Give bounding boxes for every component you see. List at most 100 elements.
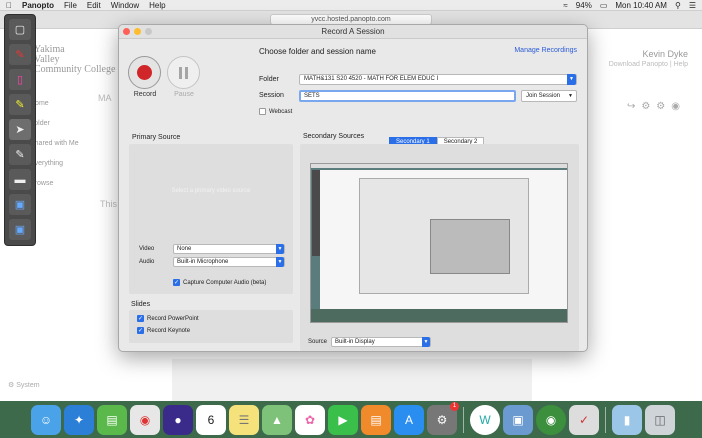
- menubar:  Panopto File Edit Window Help ≈ 94% ▭ …: [0, 0, 702, 11]
- safari-icon[interactable]: ✦: [64, 404, 94, 435]
- display-icon[interactable]: ▣: [9, 219, 31, 240]
- download-link[interactable]: Download Panopto: [609, 61, 668, 68]
- page-action-icons[interactable]: ↪⚙⚙◉: [627, 101, 686, 112]
- audio-select[interactable]: Built-in Microphone ▼: [173, 257, 285, 267]
- primary-source-panel: Select a primary video source Video None…: [129, 144, 293, 294]
- record-keynote-checkbox[interactable]: ✓: [137, 327, 144, 334]
- folder-ma: MA: [98, 93, 112, 103]
- highlighter-icon[interactable]: ✎: [9, 94, 31, 115]
- pen-red-icon[interactable]: ✎: [9, 44, 31, 65]
- menu-file[interactable]: File: [64, 1, 77, 10]
- nav-browse[interactable]: Browse: [30, 174, 79, 194]
- battery-icon[interactable]: ▭: [600, 1, 608, 10]
- choose-heading: Choose folder and session name: [259, 47, 376, 56]
- capture-audio-option[interactable]: ✓ Capture Computer Audio (beta): [173, 279, 266, 286]
- panopto-icon[interactable]: W: [470, 404, 500, 435]
- trash-icon[interactable]: ◫: [645, 404, 675, 435]
- slides-title: Slides: [131, 301, 151, 308]
- battery-percent[interactable]: 94%: [576, 1, 592, 10]
- system-preferences-icon[interactable]: ⚙ 1: [427, 401, 459, 435]
- source-row: Source Built-in Display ▼: [308, 337, 432, 347]
- siri-icon[interactable]: ●: [163, 404, 193, 435]
- appstore-icon[interactable]: A: [394, 404, 424, 435]
- session-label: Session: [259, 92, 284, 99]
- capture-audio-checkbox[interactable]: ✓: [173, 279, 180, 286]
- calendar-icon[interactable]: 6: [196, 404, 226, 435]
- chevron-down-icon: ▼: [567, 74, 576, 85]
- chevron-down-icon: ▼: [422, 337, 431, 347]
- nav-folder[interactable]: Folder: [30, 114, 79, 134]
- menu-app[interactable]: Panopto: [22, 1, 54, 10]
- dialog-title: Record A Session: [321, 27, 385, 36]
- menu-list-icon[interactable]: ☰: [689, 1, 696, 10]
- primary-message: Select a primary video source: [171, 188, 251, 194]
- nav-home[interactable]: Home: [30, 94, 79, 114]
- notes-icon[interactable]: ☰: [229, 404, 259, 435]
- wifi-icon[interactable]: ≈: [563, 1, 567, 10]
- secondary-sources-title: Secondary Sources: [303, 133, 365, 140]
- screen-preview: [310, 163, 568, 323]
- help-link[interactable]: Help: [674, 61, 688, 68]
- chrome-icon[interactable]: ◉: [130, 404, 160, 435]
- record-icon: [137, 65, 152, 80]
- annotation-toolbar: ▢ ✎ ▯ ✎ ➤ ✎ ▬ ▣ ▣: [4, 14, 36, 246]
- source-label: Source: [308, 339, 328, 345]
- user-area: Kevin Dyke Download Panopto | Help: [608, 49, 688, 68]
- manage-recordings-link[interactable]: Manage Recordings: [514, 47, 577, 54]
- chevron-down-icon: ▼: [276, 257, 284, 267]
- webcast-checkbox[interactable]: [259, 108, 266, 115]
- finder-icon[interactable]: ☺: [31, 404, 61, 435]
- slides-panel: ✓ Record PowerPoint ✓ Record Keynote: [129, 310, 293, 343]
- folder-select[interactable]: MATH&131 S20 4520 - MATH FOR ELEM EDUC I…: [299, 74, 577, 85]
- chevron-down-icon: ▼: [276, 244, 284, 254]
- record-keynote-option[interactable]: ✓ Record Keynote: [137, 327, 190, 334]
- annotate-icon[interactable]: ✓: [569, 404, 599, 435]
- college-logo: Yakima Valley Community College: [34, 44, 116, 75]
- page-ghost-text: This: [100, 199, 118, 209]
- record-powerpoint-option[interactable]: ✓ Record PowerPoint: [137, 315, 199, 322]
- preview-icon[interactable]: ▣: [503, 404, 533, 435]
- user-name[interactable]: Kevin Dyke: [609, 49, 688, 59]
- close-icon[interactable]: [123, 28, 130, 35]
- globe-icon[interactable]: ◉: [536, 404, 566, 435]
- menu-edit[interactable]: Edit: [87, 1, 101, 10]
- cursor-icon[interactable]: ➤: [9, 119, 31, 140]
- source-select[interactable]: Built-in Display ▼: [331, 337, 432, 347]
- record-label: Record: [133, 91, 157, 98]
- line-icon[interactable]: ▬: [9, 169, 31, 190]
- photos-icon[interactable]: ✿: [295, 404, 325, 435]
- record-button[interactable]: [128, 56, 161, 89]
- page-gray-panel: [172, 359, 532, 401]
- facetime-icon[interactable]: ▶: [328, 404, 358, 435]
- dock: ☺ ✦ ▤ ◉ ● 6 ☰ ▲ ✿ ▶ ▤ A ⚙ 1 W ▣ ◉ ✓ ▮ ◫: [0, 401, 702, 438]
- whiteboard-icon[interactable]: ▢: [9, 19, 31, 40]
- record-powerpoint-checkbox[interactable]: ✓: [137, 315, 144, 322]
- system-link[interactable]: ⚙ System: [8, 381, 40, 389]
- clock[interactable]: Mon 10:40 AM: [615, 1, 667, 10]
- books-icon[interactable]: ▤: [361, 404, 391, 435]
- pause-button[interactable]: [167, 56, 200, 89]
- session-input[interactable]: SETS: [299, 90, 516, 102]
- nav-shared[interactable]: Shared with Me: [30, 134, 79, 154]
- menu-window[interactable]: Window: [111, 1, 139, 10]
- nav-everything[interactable]: Everything: [30, 154, 79, 174]
- badge: 1: [450, 401, 459, 411]
- zoom-icon[interactable]: [145, 28, 152, 35]
- pen-icon[interactable]: ✎: [9, 144, 31, 165]
- join-session-button[interactable]: Join Session ▼: [521, 90, 577, 102]
- webcast-option[interactable]: Webcast: [259, 108, 292, 115]
- video-select[interactable]: None ▼: [173, 244, 285, 254]
- menu-help[interactable]: Help: [149, 1, 165, 10]
- minimize-icon[interactable]: [134, 28, 141, 35]
- search-icon[interactable]: ⚲: [675, 1, 681, 10]
- folder-label: Folder: [259, 76, 279, 83]
- maps-icon[interactable]: ▲: [262, 404, 292, 435]
- secondary-source-panel: Source Built-in Display ▼: [300, 144, 579, 351]
- primary-source-title: Primary Source: [132, 134, 181, 141]
- eraser-icon[interactable]: ▯: [9, 69, 31, 90]
- numbers-icon[interactable]: ▤: [97, 404, 127, 435]
- apple-icon[interactable]: : [6, 1, 12, 10]
- screen-icon[interactable]: ▣: [9, 194, 31, 215]
- folder-icon[interactable]: ▮: [612, 404, 642, 435]
- record-dialog: Record A Session Record Pause Choose fol…: [118, 24, 588, 352]
